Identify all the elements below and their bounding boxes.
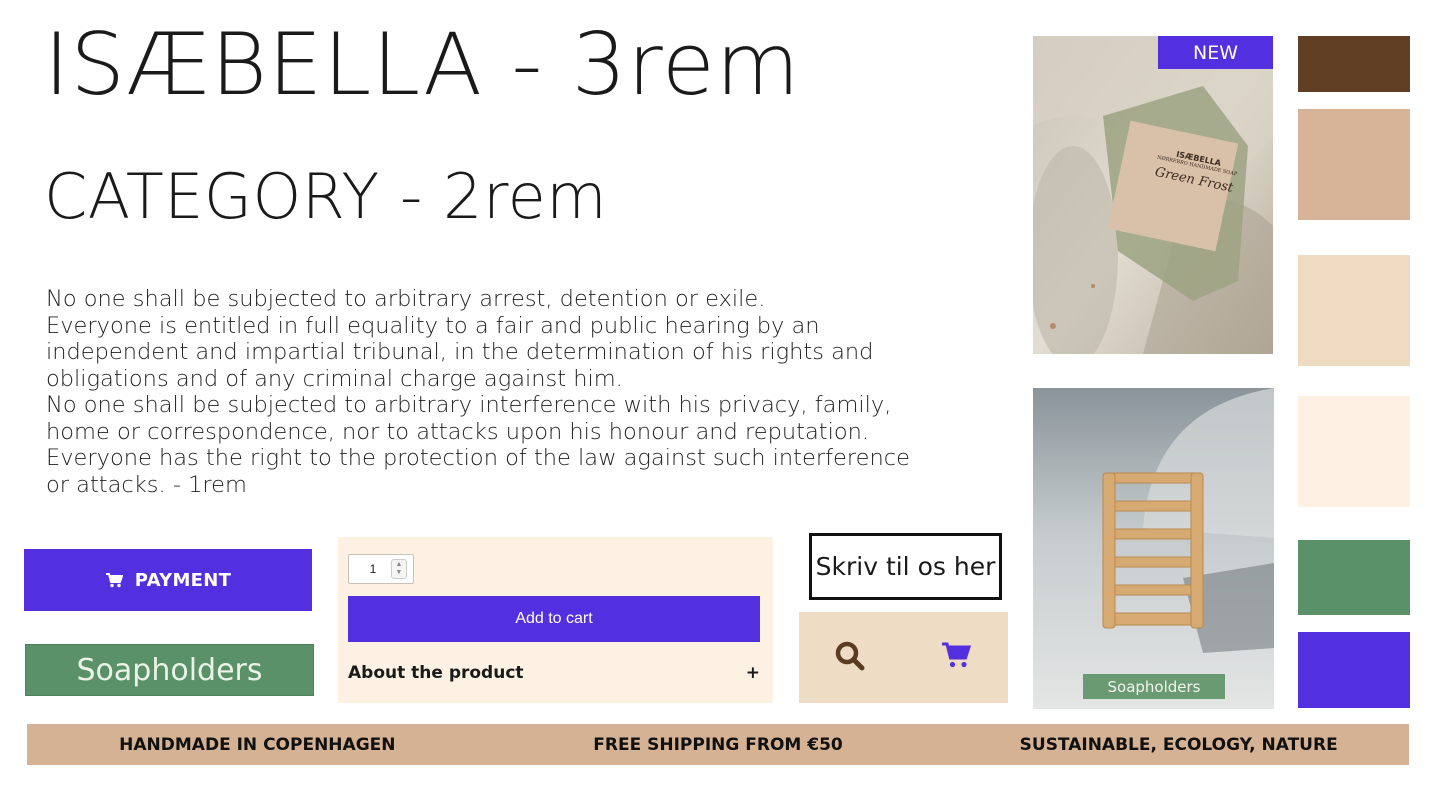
page-title: ISÆBELLA - 3rem bbox=[44, 15, 801, 115]
stepper-arrows-icon[interactable]: ▲ ▼ bbox=[391, 559, 407, 579]
category-heading: CATEGORY - 2rem bbox=[44, 160, 608, 233]
plus-icon: + bbox=[745, 663, 760, 683]
search-icon[interactable] bbox=[834, 640, 866, 672]
new-badge: NEW bbox=[1158, 36, 1273, 69]
body-paragraph: Everyone is entitled in full equality to… bbox=[46, 312, 874, 392]
product-photo-soap[interactable]: NEW ISÆBELLA NØRREBRO HANDMADE SOAP Gree… bbox=[1033, 36, 1273, 354]
about-product-label: About the product bbox=[348, 663, 524, 683]
palette-swatch-green bbox=[1298, 540, 1410, 615]
banner-item-handmade: HANDMADE IN COPENHAGEN bbox=[119, 734, 396, 755]
payment-label: PAYMENT bbox=[134, 569, 232, 591]
banner-item-shipping: FREE SHIPPING FROM €50 bbox=[593, 734, 843, 755]
about-product-toggle[interactable]: About the product + bbox=[348, 663, 760, 683]
banner-item-sustainable: SUSTAINABLE, ECOLOGY, NATURE bbox=[1019, 734, 1338, 755]
palette-swatch-brown bbox=[1298, 36, 1410, 92]
contact-button[interactable]: Skriv til os her bbox=[809, 533, 1002, 600]
cart-icon bbox=[105, 573, 123, 588]
soap-photo-image bbox=[1033, 36, 1273, 354]
body-paragraph: No one shall be subjected to arbitrary i… bbox=[46, 392, 910, 498]
body-text: No one shall be subjected to arbitrary a… bbox=[46, 286, 926, 498]
body-paragraph: No one shall be subjected to arbitrary a… bbox=[46, 286, 766, 312]
palette-swatch-beige bbox=[1298, 255, 1410, 366]
add-to-cart-panel: 1 ▲ ▼ Add to cart About the product + bbox=[338, 537, 773, 703]
soapholders-button[interactable]: Soapholders bbox=[25, 644, 314, 696]
palette-swatch-tan bbox=[1298, 109, 1410, 220]
product-photo-soapholder[interactable]: Soapholders bbox=[1033, 388, 1274, 709]
payment-button[interactable]: PAYMENT bbox=[24, 549, 312, 611]
icon-panel bbox=[799, 612, 1008, 703]
quantity-value: 1 bbox=[369, 562, 377, 576]
quantity-stepper[interactable]: 1 ▲ ▼ bbox=[348, 554, 414, 584]
soapholder-photo-image bbox=[1033, 388, 1274, 709]
add-to-cart-button[interactable]: Add to cart bbox=[348, 596, 760, 642]
usp-banner: HANDMADE IN COPENHAGEN FREE SHIPPING FRO… bbox=[27, 724, 1409, 765]
soapholders-photo-label: Soapholders bbox=[1083, 674, 1225, 699]
palette-swatch-purple bbox=[1298, 632, 1410, 708]
cart-icon[interactable] bbox=[941, 641, 971, 669]
palette-swatch-cream bbox=[1298, 396, 1410, 507]
